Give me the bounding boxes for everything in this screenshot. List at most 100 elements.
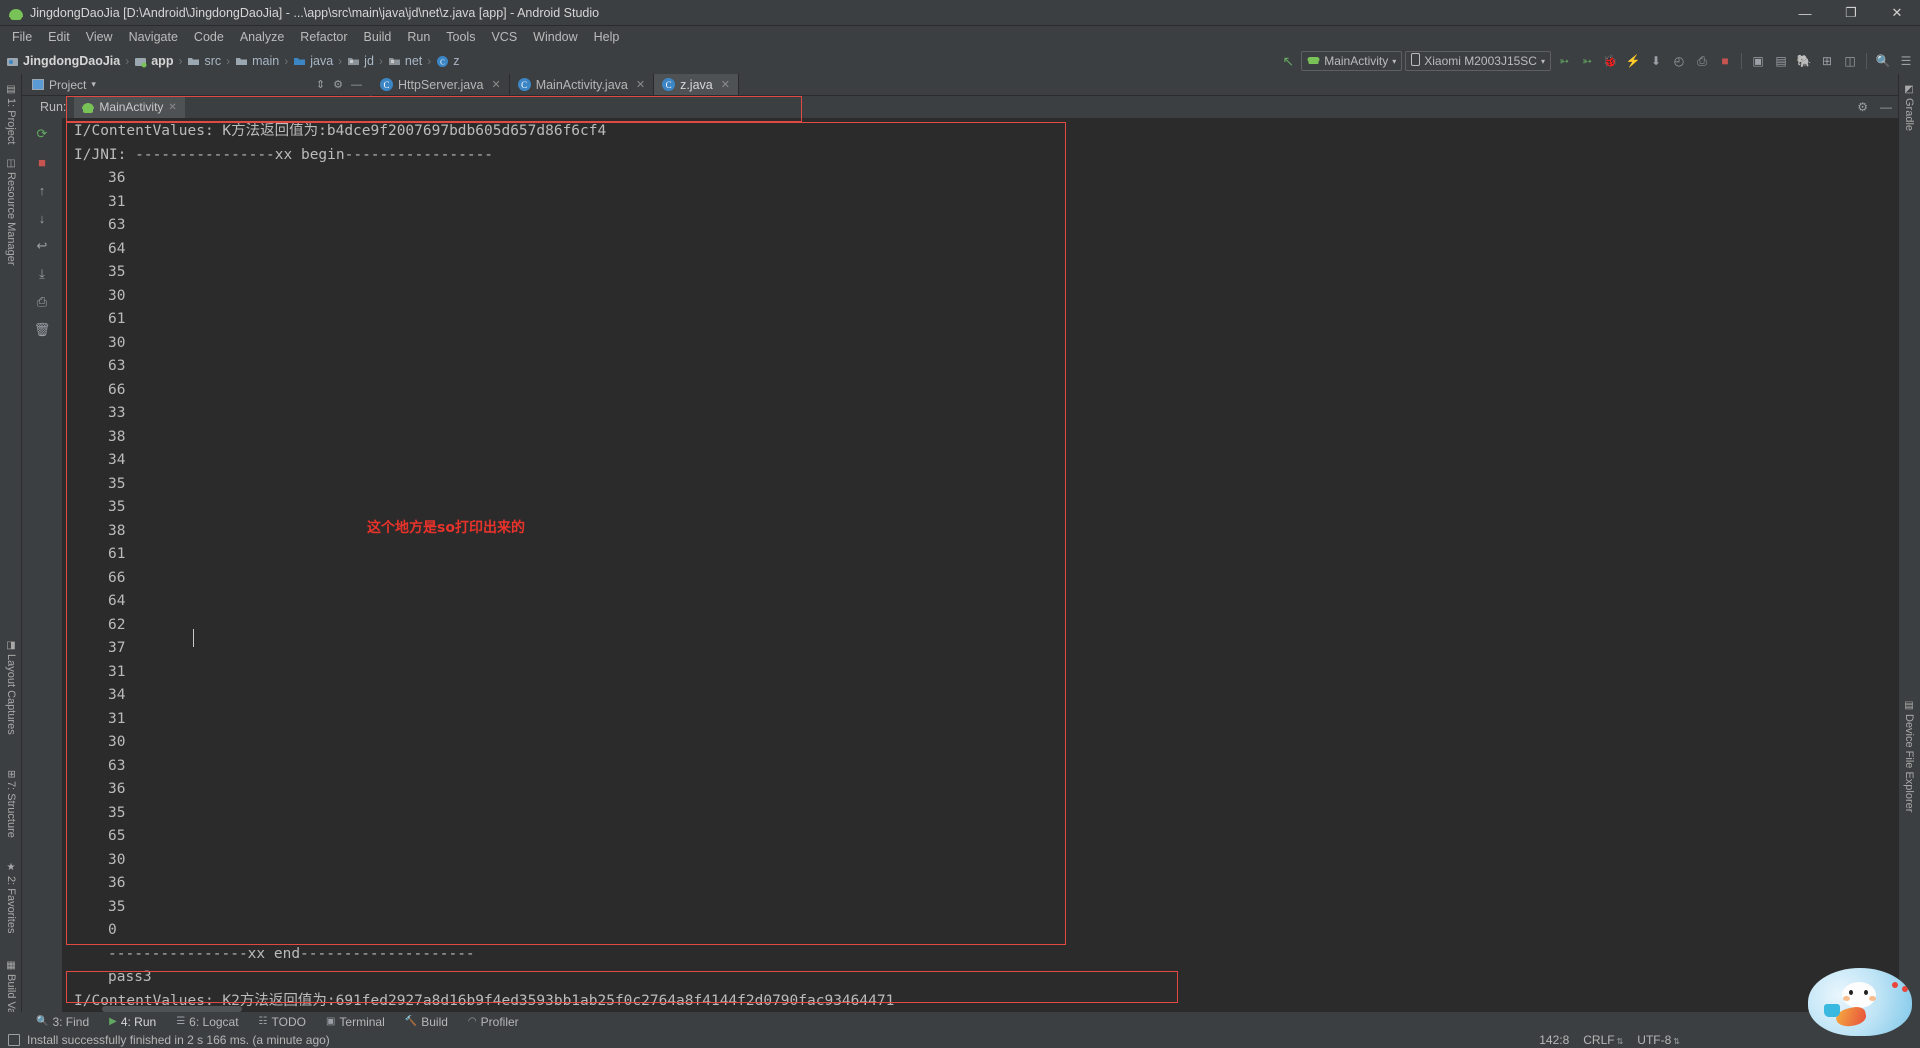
collapse-all-icon[interactable]: ⇕ [316, 78, 325, 91]
back-arrow-icon[interactable]: ↖ [1278, 51, 1298, 71]
breadcrumb-item-net[interactable]: net [405, 54, 422, 68]
print-button[interactable]: ⎙ [29, 290, 55, 314]
breadcrumb-item-src[interactable]: src [204, 54, 221, 68]
close-icon[interactable]: ✕ [491, 78, 500, 91]
hide-icon[interactable]: — [1880, 100, 1892, 114]
caret-position[interactable]: 142:8 [1539, 1033, 1569, 1047]
run-button[interactable]: ➳ [1554, 51, 1574, 71]
project-panel-header: Project ▾ ⇕ ⚙ — [22, 74, 370, 96]
sdk-manager-button[interactable]: ▤ [1771, 51, 1791, 71]
stop-button[interactable]: ■ [29, 150, 55, 174]
editor-tab-z[interactable]: C z.java ✕ [654, 74, 739, 95]
console-value-line: 34 [108, 452, 126, 468]
menu-item-navigate[interactable]: Navigate [121, 28, 186, 46]
close-icon[interactable]: ✕ [168, 102, 176, 113]
menu-item-code[interactable]: Code [186, 28, 232, 46]
sidebar-item-project[interactable]: ▤ 1: Project [0, 78, 22, 150]
scroll-down-button[interactable]: ↓ [29, 206, 55, 230]
editor-tab-mainactivity[interactable]: C MainActivity.java ✕ [510, 74, 655, 95]
event-log-icon[interactable] [8, 1033, 20, 1046]
sidebar-item-device-file-explorer[interactable]: ▤ Device File Explorer [1898, 694, 1920, 818]
menu-item-vcs[interactable]: VCS [483, 28, 525, 46]
apply-code-changes-button[interactable]: ⬇ [1646, 51, 1666, 71]
close-icon[interactable]: ✕ [636, 78, 645, 91]
soft-wrap-button[interactable]: ↩ [29, 234, 55, 258]
stop-button[interactable]: ■ [1715, 51, 1735, 71]
breadcrumb-item-app[interactable]: app [151, 54, 173, 68]
tool-window-build[interactable]: 🔨 Build [395, 1015, 458, 1029]
menu-item-edit[interactable]: Edit [40, 28, 78, 46]
menu-item-file[interactable]: File [4, 28, 40, 46]
tool-window-profiler[interactable]: ◠ Profiler [458, 1015, 529, 1029]
console-value-line: 35 [108, 499, 126, 515]
tool-window-label: Terminal [339, 1014, 385, 1029]
device-selector[interactable]: Xiaomi M2003J15SC ▾ [1405, 51, 1551, 71]
sidebar-item-label: Resource Manager [5, 172, 17, 266]
line-separator-selector[interactable]: CRLF ⇅ [1583, 1033, 1623, 1047]
gear-icon[interactable]: ⚙ [1857, 100, 1868, 114]
project-structure-button[interactable]: ⊞ [1817, 51, 1837, 71]
menu-item-analyze[interactable]: Analyze [232, 28, 292, 46]
search-icon: 🔍 [36, 1016, 49, 1027]
navigation-toolbar: JingdongDaoJia › app › src › main › java… [0, 48, 1920, 74]
scroll-to-end-button[interactable]: ⤓ [29, 262, 55, 286]
console-value-line: 36 [108, 875, 126, 891]
run-configuration-label: MainActivity [1324, 54, 1389, 68]
updown-icon: ⇅ [1673, 1036, 1680, 1046]
close-button[interactable]: ✕ [1874, 0, 1920, 26]
console-value-line: 35 [108, 264, 126, 280]
editor-tab-httpserver[interactable]: C HttpServer.java ✕ [372, 74, 510, 95]
sidebar-item-structure[interactable]: ⊞ 7: Structure [0, 764, 22, 844]
menu-item-tools[interactable]: Tools [438, 28, 483, 46]
profile-button[interactable]: ◴ [1669, 51, 1689, 71]
breadcrumb-item-project[interactable]: JingdongDaoJia [23, 54, 120, 68]
scroll-up-button[interactable]: ↑ [29, 178, 55, 202]
console-output[interactable]: I/ContentValues: K方法返回值为:b4dce9f2007697b… [62, 118, 1898, 1012]
run-configuration-selector[interactable]: MainActivity ▾ [1301, 51, 1403, 71]
menu-item-help[interactable]: Help [586, 28, 628, 46]
close-icon[interactable]: ✕ [721, 78, 730, 91]
breadcrumb-item-jd[interactable]: jd [364, 54, 374, 68]
maximize-button[interactable]: ❐ [1828, 0, 1874, 26]
debug-button[interactable]: 🐞 [1600, 51, 1620, 71]
settings-button[interactable]: ☰ [1896, 51, 1916, 71]
hide-icon[interactable]: — [351, 79, 362, 91]
breadcrumb-item-java[interactable]: java [310, 54, 333, 68]
project-panel-actions: ⇕ ⚙ — [316, 78, 366, 92]
gear-icon[interactable]: ⚙ [333, 78, 343, 91]
tool-window-terminal[interactable]: ▣ Terminal [316, 1015, 395, 1029]
layout-inspector-button[interactable]: ◫ [1840, 51, 1860, 71]
console-value-line: 65 [108, 828, 126, 844]
sidebar-item-label: 1: Project [5, 98, 17, 145]
tool-window-todo[interactable]: ☷ TODO [249, 1015, 316, 1029]
tool-window-logcat[interactable]: ☰ 6: Logcat [166, 1015, 248, 1029]
menu-item-build[interactable]: Build [356, 28, 400, 46]
menu-item-view[interactable]: View [78, 28, 121, 46]
tool-window-run[interactable]: ▶ 4: Run [99, 1015, 166, 1029]
tool-window-find[interactable]: 🔍 3: Find [26, 1015, 99, 1029]
run-session-tab[interactable]: MainActivity ✕ [74, 96, 185, 118]
apply-changes-button[interactable]: ⚡ [1623, 51, 1643, 71]
menu-item-window[interactable]: Window [525, 28, 585, 46]
sidebar-item-favorites[interactable]: ★ 2: Favorites [0, 856, 22, 939]
tool-window-label: 4: Run [120, 1014, 157, 1029]
menu-item-refactor[interactable]: Refactor [292, 28, 355, 46]
attach-debugger-button[interactable]: ⎙ [1692, 51, 1712, 71]
clear-all-button[interactable]: 🗑 [29, 318, 55, 342]
avd-manager-button[interactable]: ▣ [1748, 51, 1768, 71]
rerun-button[interactable]: ⟳ [29, 122, 55, 146]
rerun-button[interactable]: ➳ [1577, 51, 1597, 71]
search-everywhere-button[interactable]: 🔍 [1873, 51, 1893, 71]
minimize-button[interactable]: — [1782, 0, 1828, 26]
sidebar-item-resource-manager[interactable]: ◫ Resource Manager [0, 152, 22, 272]
run-side-toolbar: ⟳ ■ ↑ ↓ ↩ ⤓ ⎙ 🗑 [22, 118, 62, 1012]
project-panel-title-group[interactable]: Project ▾ [32, 78, 96, 92]
breadcrumb-item-z[interactable]: z [453, 54, 459, 68]
sidebar-item-layout-captures[interactable]: ◨ Layout Captures [0, 634, 22, 741]
phone-icon [1411, 53, 1421, 69]
menu-item-run[interactable]: Run [399, 28, 438, 46]
sync-gradle-button[interactable]: 🐘 [1794, 51, 1814, 71]
encoding-selector[interactable]: UTF-8 ⇅ [1637, 1033, 1680, 1047]
breadcrumb-item-main[interactable]: main [252, 54, 279, 68]
sidebar-item-gradle[interactable]: ◩ Gradle [1898, 78, 1920, 137]
